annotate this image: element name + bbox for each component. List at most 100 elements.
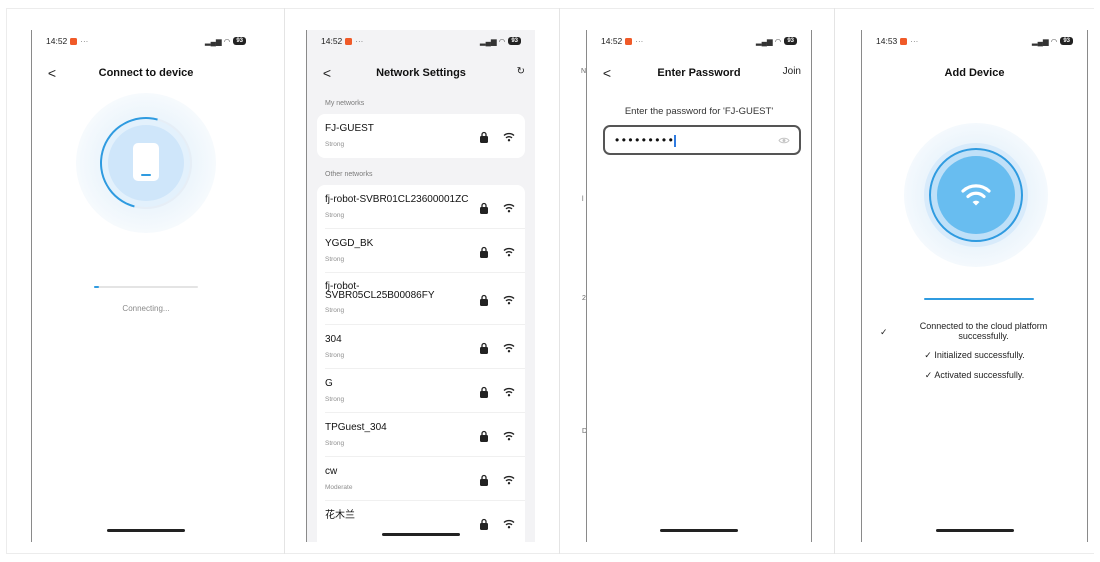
wifi-icon <box>503 343 515 353</box>
frame-left <box>6 8 7 554</box>
page-title: Add Device <box>944 67 1005 79</box>
cell-divider <box>284 8 285 554</box>
cell-divider <box>834 8 835 554</box>
home-indicator[interactable] <box>382 533 460 536</box>
wifi-icon <box>503 247 515 257</box>
network-row[interactable]: cw Moderate <box>317 457 525 501</box>
battery-icon: 93 <box>784 37 797 45</box>
lock-icon <box>480 430 488 442</box>
other-networks-card: fj-robot-SVBR01CL23600001ZC Strong YGGD_BK… <box>317 185 525 542</box>
page-title: Network Settings <box>376 67 466 79</box>
screen-connect: 14:52 ··· ▂▄▆ ◠ 93 < Connect to device C… <box>32 30 260 542</box>
phone-edge <box>811 30 812 542</box>
network-name: YGGD_BK <box>325 238 374 249</box>
signal-icon: ▂▄▆ ◠ <box>479 36 506 46</box>
notification-icon <box>625 37 633 45</box>
network-row[interactable]: fj-robot-SVBR01CL23600001ZC Strong <box>317 185 525 229</box>
network-name: fj-robot- SVBR05CL25B00086FY <box>325 281 435 301</box>
section-label-other-networks: Other networks <box>325 171 373 178</box>
edge-char: l <box>582 196 584 203</box>
notification-icon <box>900 37 908 45</box>
wifi-icon <box>503 475 515 485</box>
wifi-icon <box>503 295 515 305</box>
notification-icon <box>345 37 353 45</box>
phone-device-indicator <box>141 174 151 176</box>
progress-bar-complete <box>924 298 1034 300</box>
network-strength: Strong <box>325 352 345 359</box>
network-row[interactable]: 304 Strong <box>317 325 525 369</box>
wifi-icon <box>503 519 515 529</box>
network-name: G <box>325 378 333 389</box>
page-title: Enter Password <box>657 67 741 79</box>
signal-icon: ▂▄▆ ◠ <box>1031 36 1058 46</box>
nav-bar: < Network Settings ↻ <box>307 60 535 86</box>
status-time: 14:52 <box>321 36 343 46</box>
status-bar: 14:52 ··· ▂▄▆ ◠ 93 <box>32 30 260 52</box>
battery-icon: 93 <box>508 37 521 45</box>
network-row[interactable]: YGGD_BK Strong <box>317 229 525 273</box>
wifi-icon <box>503 431 515 441</box>
nav-bar: < Connect to device <box>32 60 260 86</box>
phone-edge <box>1087 30 1088 542</box>
network-row[interactable]: TPGuest_304 Strong <box>317 413 525 457</box>
lock-icon <box>480 342 488 354</box>
status-text: Connecting... <box>122 304 170 313</box>
signal-icon: ▂▄▆ ◠ <box>204 36 231 46</box>
lock-icon <box>480 202 488 214</box>
status-time: 14:53 <box>876 36 898 46</box>
network-name: FJ-GUEST <box>325 123 374 134</box>
network-name: 304 <box>325 334 342 345</box>
lock-icon <box>480 294 488 306</box>
network-strength: Moderate <box>325 484 353 491</box>
status-time: 14:52 <box>46 36 68 46</box>
network-strength: Strong <box>325 141 345 148</box>
password-value: ••••••••• <box>615 133 676 147</box>
step-activated: ✓ Activated successfully. <box>924 370 1025 380</box>
back-icon[interactable]: < <box>319 64 335 82</box>
battery-icon: 93 <box>1060 37 1073 45</box>
password-prompt: Enter the password for 'FJ-GUEST' <box>624 106 774 117</box>
screen-add-device: 14:53 ··· ▂▄▆ ◠ 93 Add Device ✓ Connecte… <box>862 30 1087 542</box>
screen-enter-password: 14:52 ··· ▂▄▆ ◠ 93 < Enter Password Join… <box>587 30 811 542</box>
more-dots-icon: ··· <box>635 36 644 46</box>
network-strength: Strong <box>325 307 345 314</box>
home-indicator[interactable] <box>660 529 738 532</box>
frame-top <box>6 8 1094 9</box>
back-icon[interactable]: < <box>599 64 615 82</box>
refresh-icon[interactable]: ↻ <box>517 66 525 77</box>
home-indicator[interactable] <box>935 529 1014 532</box>
more-dots-icon: ··· <box>910 36 919 46</box>
signal-icon: ▂▄▆ ◠ <box>755 36 782 46</box>
notification-icon <box>70 37 78 45</box>
step-initialized: ✓ Initialized successfully. <box>924 350 1025 360</box>
frame-bottom <box>6 553 1094 554</box>
status-bar: 14:52 ··· ▂▄▆ ◠ 93 <box>587 30 811 52</box>
screen-network-settings: 14:52 ··· ▂▄▆ ◠ 93 < Network Settings ↻ … <box>307 30 535 542</box>
join-button[interactable]: Join <box>783 66 801 77</box>
status-bar: 14:53 ··· ▂▄▆ ◠ 93 <box>862 30 1087 52</box>
eye-icon[interactable] <box>778 136 790 145</box>
lock-icon <box>480 246 488 258</box>
my-networks-card: FJ-GUEST Strong <box>317 114 525 158</box>
step-cloud-connected: Connected to the cloud platform successf… <box>919 321 1048 341</box>
status-bar: 14:52 ··· ▂▄▆ ◠ 93 <box>307 30 535 52</box>
network-name: cw <box>325 466 338 477</box>
network-strength: Strong <box>325 396 345 403</box>
more-dots-icon: ··· <box>355 36 364 46</box>
password-input[interactable]: ••••••••• <box>603 125 801 155</box>
wifi-icon <box>503 387 515 397</box>
lock-icon <box>480 518 488 530</box>
network-row[interactable]: fj-robot- SVBR05CL25B00086FY Strong <box>317 273 525 325</box>
network-strength: Strong <box>325 212 345 219</box>
back-icon[interactable]: < <box>44 64 60 82</box>
progress-fill <box>94 286 99 288</box>
more-dots-icon: ··· <box>80 36 89 46</box>
nav-bar: Add Device <box>862 60 1087 86</box>
network-row[interactable]: FJ-GUEST Strong <box>317 114 525 158</box>
nav-bar: < Enter Password Join <box>587 60 811 86</box>
cell-divider <box>559 8 560 554</box>
home-indicator[interactable] <box>107 529 185 532</box>
network-row[interactable]: G Strong <box>317 369 525 413</box>
wifi-icon <box>503 203 515 213</box>
network-name: TPGuest_304 <box>325 422 387 433</box>
